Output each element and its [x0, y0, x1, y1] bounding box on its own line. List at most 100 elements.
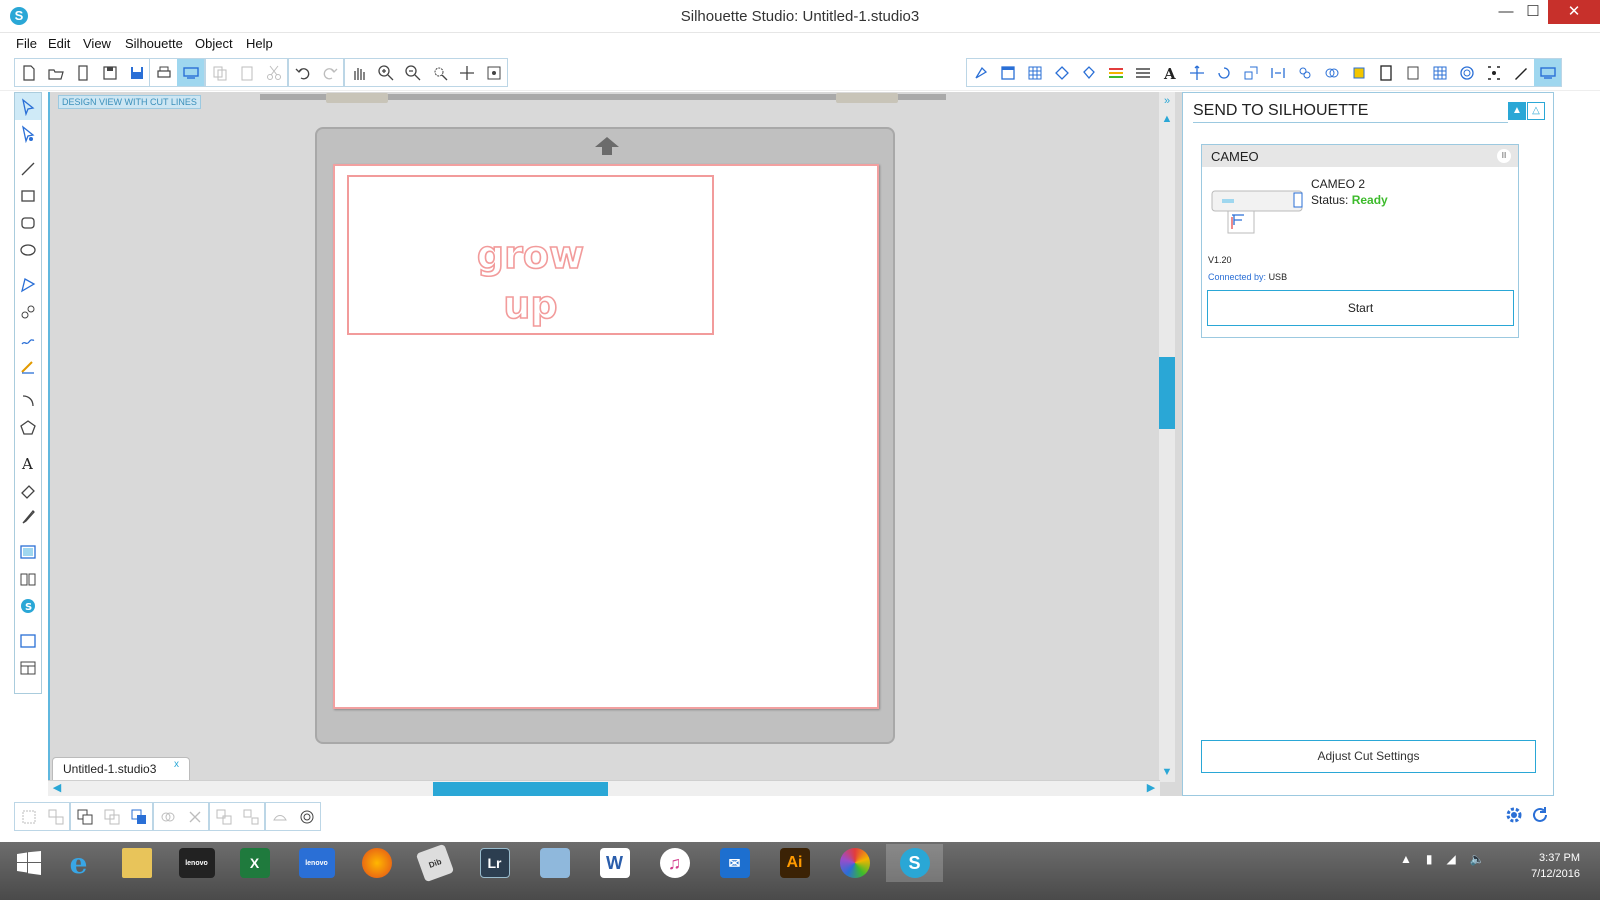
pause-icon[interactable]: II	[1497, 149, 1511, 163]
excel-icon[interactable]: X	[226, 844, 283, 882]
zoom-drag-icon[interactable]	[453, 59, 480, 86]
illustrator-icon[interactable]: Ai	[766, 844, 823, 882]
lenovo-desktop-icon[interactable]: lenovo	[288, 844, 345, 882]
save-to-library-icon[interactable]	[123, 59, 150, 86]
word-icon[interactable]: W	[586, 844, 643, 882]
replicate-icon[interactable]	[1291, 59, 1318, 86]
internet-explorer-icon[interactable]: e	[50, 844, 107, 882]
single-view-icon[interactable]	[15, 627, 41, 654]
start-windows-icon[interactable]	[0, 844, 57, 882]
pixscan-icon[interactable]	[1480, 59, 1507, 86]
make-compound-path-icon[interactable]	[210, 803, 237, 830]
send-panel-icon[interactable]	[1534, 59, 1561, 86]
select-tool-icon[interactable]	[15, 93, 41, 120]
split-view-icon[interactable]	[15, 654, 41, 681]
picasa-icon[interactable]	[826, 844, 883, 882]
undo-icon[interactable]	[289, 59, 316, 86]
scroll-up-arrow-icon[interactable]: ▲	[1159, 112, 1175, 126]
sketch-icon[interactable]	[1507, 59, 1534, 86]
print-icon[interactable]	[150, 59, 177, 86]
zoom-select-icon[interactable]	[426, 59, 453, 86]
release-compound-path-icon[interactable]	[237, 803, 264, 830]
line-tool-icon[interactable]	[15, 155, 41, 182]
text-tool-icon[interactable]: A	[15, 449, 41, 476]
paste-icon[interactable]	[233, 59, 260, 86]
zoom-in-icon[interactable]	[372, 59, 399, 86]
scroll-down-arrow-icon[interactable]: ▼	[1159, 765, 1175, 779]
zoom-fit-icon[interactable]	[480, 59, 507, 86]
menu-silhouette[interactable]: Silhouette	[125, 36, 183, 51]
refresh-icon[interactable]	[1530, 805, 1550, 825]
menu-file[interactable]: File	[16, 36, 37, 51]
rectangle-tool-icon[interactable]	[15, 182, 41, 209]
itunes-icon[interactable]: ♫	[646, 844, 703, 882]
rotate-icon[interactable]	[1210, 59, 1237, 86]
design-page-icon[interactable]	[15, 538, 41, 565]
save-icon[interactable]	[96, 59, 123, 86]
adjust-cut-settings-button[interactable]: Adjust Cut Settings	[1201, 740, 1536, 773]
wifi-icon[interactable]: ◢	[1447, 852, 1456, 866]
line-style-icon[interactable]	[1129, 59, 1156, 86]
firefox-icon[interactable]	[348, 844, 405, 882]
trace-icon[interactable]	[1372, 59, 1399, 86]
grid-view-icon[interactable]	[1426, 59, 1453, 86]
grid-settings-icon[interactable]	[1021, 59, 1048, 86]
eraser-tool-icon[interactable]	[15, 476, 41, 503]
design-settings-icon[interactable]	[967, 59, 994, 86]
transform-icon[interactable]	[1183, 59, 1210, 86]
panel-collapse-icon[interactable]: »	[1159, 94, 1175, 108]
start-button[interactable]: Start	[1207, 290, 1514, 326]
vertical-scroll-thumb[interactable]	[1159, 357, 1175, 429]
silhouette-store-icon[interactable]: S	[15, 592, 41, 619]
polygon-tool-icon[interactable]	[15, 271, 41, 298]
menu-object[interactable]: Object	[195, 36, 233, 51]
zoom-out-icon[interactable]	[399, 59, 426, 86]
lenovo-photos-icon[interactable]: lenovo	[168, 844, 225, 882]
send-backward-icon[interactable]	[98, 803, 125, 830]
design-page[interactable]: grow up	[333, 164, 879, 709]
dib2pdf-icon[interactable]: Dib	[406, 843, 463, 883]
close-tab-icon[interactable]: x	[174, 759, 179, 770]
copy-icon[interactable]	[206, 59, 233, 86]
pan-hand-icon[interactable]	[345, 59, 372, 86]
modify-icon[interactable]	[1318, 59, 1345, 86]
send-to-silhouette-icon[interactable]	[177, 59, 204, 86]
file-explorer-icon[interactable]	[108, 844, 165, 882]
page-icon[interactable]	[1399, 59, 1426, 86]
design-canvas[interactable]: DESIGN VIEW WITH CUT LINES grow up	[48, 92, 1186, 796]
battery-icon[interactable]: ▮	[1426, 852, 1433, 866]
open-library-icon[interactable]	[69, 59, 96, 86]
pentagon-tool-icon[interactable]	[15, 414, 41, 441]
menu-edit[interactable]: Edit	[48, 36, 70, 51]
control-panel-icon[interactable]	[526, 844, 583, 882]
volume-icon[interactable]: 🔈	[1470, 852, 1485, 866]
close-button[interactable]: ✕	[1548, 0, 1600, 24]
gear-icon[interactable]	[1504, 805, 1524, 825]
design-text-line[interactable]: grow	[349, 232, 712, 278]
redo-icon[interactable]	[316, 59, 343, 86]
text-style-icon[interactable]: A	[1156, 59, 1183, 86]
panel-collapse-up-icon[interactable]: ▲	[1508, 102, 1526, 120]
rounded-rectangle-tool-icon[interactable]	[15, 209, 41, 236]
document-tab[interactable]: Untitled-1.studio3 x	[52, 757, 190, 780]
fill-color-icon[interactable]	[1075, 59, 1102, 86]
curve-tool-icon[interactable]	[15, 298, 41, 325]
fill-shape-icon[interactable]	[266, 803, 293, 830]
bring-to-front-icon[interactable]	[125, 803, 152, 830]
print-and-cut-icon[interactable]	[1453, 59, 1480, 86]
arc-tool-icon[interactable]	[15, 387, 41, 414]
scroll-right-arrow-icon[interactable]: ▶	[1144, 781, 1158, 796]
knife-tool-icon[interactable]	[15, 503, 41, 530]
ellipse-tool-icon[interactable]	[15, 236, 41, 263]
horizontal-scroll-thumb[interactable]	[433, 782, 608, 796]
scroll-left-arrow-icon[interactable]: ◀	[50, 781, 64, 796]
registration-icon[interactable]	[1048, 59, 1075, 86]
group-icon[interactable]	[15, 803, 42, 830]
pencil-tool-icon[interactable]	[15, 352, 41, 379]
line-color-icon[interactable]	[1102, 59, 1129, 86]
open-folder-icon[interactable]	[42, 59, 69, 86]
edit-points-tool-icon[interactable]	[15, 120, 41, 147]
horizontal-scrollbar[interactable]: ◀ ▶	[48, 780, 1160, 796]
page-setup-icon[interactable]	[994, 59, 1021, 86]
taskbar-clock[interactable]: 3:37 PM 7/12/2016	[1490, 850, 1580, 882]
